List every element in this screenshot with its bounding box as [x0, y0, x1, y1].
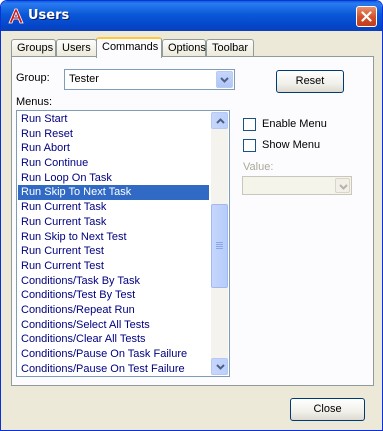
enable-menu-label: Enable Menu	[262, 118, 327, 130]
group-label: Group:	[16, 72, 50, 84]
list-item[interactable]: Run Current Task	[18, 215, 209, 230]
app-logo-icon	[8, 8, 24, 24]
value-select[interactable]	[242, 176, 352, 195]
group-dropdown-button[interactable]	[216, 71, 233, 88]
scroll-down-button[interactable]	[211, 358, 228, 375]
scroll-thumb[interactable]	[211, 204, 228, 288]
list-item[interactable]: Run Abort	[18, 141, 209, 156]
list-item[interactable]: Conditions/Repeat Run	[18, 303, 209, 318]
scroll-up-button[interactable]	[211, 112, 228, 129]
list-item[interactable]: Run Skip To Next Task	[18, 185, 209, 201]
users-dialog: Users Groups Users Commands Options Tool…	[0, 0, 383, 431]
list-item[interactable]: Run Current Test	[18, 259, 209, 274]
list-item[interactable]: Run Current Task	[18, 200, 209, 215]
list-item[interactable]: Conditions/Pause On Task Failure	[18, 347, 209, 362]
list-item[interactable]: Conditions/Clear All Tests	[18, 332, 209, 347]
chevron-down-icon	[220, 77, 229, 83]
chevron-up-icon	[216, 118, 225, 124]
list-item[interactable]: Run Start	[18, 112, 209, 127]
show-menu-checkbox[interactable]	[243, 139, 256, 152]
list-item[interactable]: Run Loop On Task	[18, 171, 209, 186]
menus-list[interactable]: Run Start Run Reset Run Abort Run Continue R…	[16, 110, 230, 377]
tab-commands[interactable]: Commands	[96, 37, 162, 58]
close-button[interactable]: Close	[290, 398, 365, 421]
list-item[interactable]: Run Continue	[18, 156, 209, 171]
list-item[interactable]: Conditions/Select All Tests	[18, 318, 209, 333]
chevron-down-icon	[216, 364, 225, 370]
tab-users[interactable]: Users	[56, 39, 97, 57]
title-bar[interactable]: Users	[1, 1, 382, 31]
menus-scrollbar[interactable]	[211, 112, 228, 375]
value-dropdown-button[interactable]	[335, 178, 350, 193]
menus-list-items: Run Start Run Reset Run Abort Run Continue R…	[18, 112, 209, 376]
close-icon	[361, 11, 372, 22]
list-item[interactable]: Run Reset	[18, 127, 209, 142]
enable-menu-checkbox[interactable]	[243, 118, 256, 131]
list-item[interactable]: Conditions/Test By Test	[18, 288, 209, 303]
value-label: Value:	[243, 161, 274, 173]
window-title: Users	[28, 8, 70, 23]
tab-options[interactable]: Options	[162, 39, 206, 57]
reset-button[interactable]: Reset	[276, 70, 344, 93]
commands-panel: Group: Tester Reset Menus: Run Start Run …	[11, 56, 374, 386]
reset-button-label: Reset	[295, 75, 325, 87]
close-window-button[interactable]	[356, 6, 377, 27]
show-menu-label: Show Menu	[262, 139, 321, 151]
group-select[interactable]: Tester	[64, 69, 235, 90]
chevron-down-icon	[339, 184, 348, 190]
tab-groups[interactable]: Groups	[11, 39, 56, 57]
menus-label: Menus:	[16, 96, 53, 108]
tab-toolbar[interactable]: Toolbar	[206, 39, 254, 57]
list-item[interactable]: Conditions/Pause On Test Failure	[18, 362, 209, 376]
list-item[interactable]: Conditions/Task By Task	[18, 274, 209, 289]
list-item[interactable]: Run Skip to Next Test	[18, 230, 209, 245]
list-item[interactable]: Run Current Test	[18, 244, 209, 259]
close-button-label: Close	[313, 403, 342, 415]
group-select-value: Tester	[69, 73, 99, 85]
